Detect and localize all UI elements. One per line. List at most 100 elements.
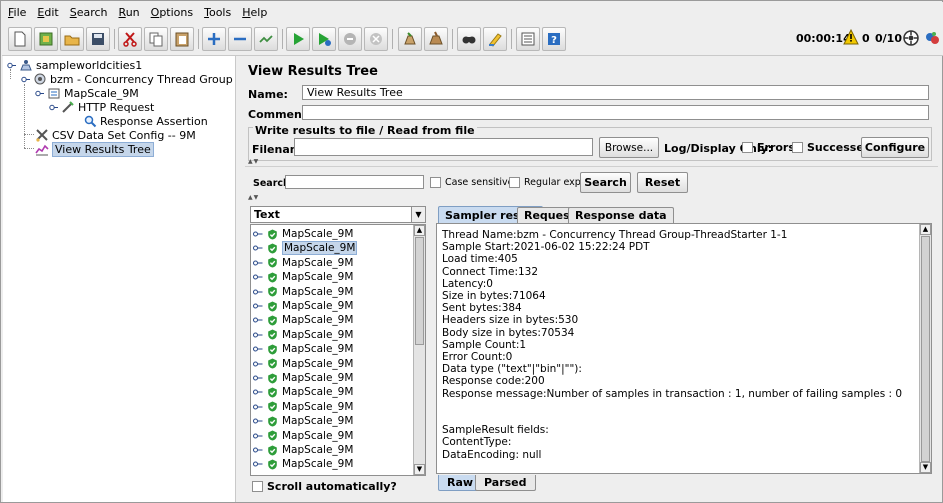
new-icon[interactable] <box>8 27 32 51</box>
results-list-scrollbar[interactable]: ▲ ▼ <box>413 225 425 475</box>
cut-icon[interactable] <box>118 27 142 51</box>
tree-node-response-assertion[interactable]: Response Assertion <box>83 114 208 128</box>
splitter-handle[interactable]: ▲▼ <box>248 158 259 165</box>
filename-field[interactable] <box>294 138 593 156</box>
scroll-down-arrow[interactable]: ▼ <box>414 464 425 475</box>
scroll-up-arrow[interactable]: ▲ <box>920 224 931 235</box>
save-icon[interactable] <box>86 27 110 51</box>
remote-status-icon[interactable] <box>902 29 920 47</box>
expand-icon[interactable] <box>202 27 226 51</box>
start-icon[interactable] <box>286 27 310 51</box>
regex-checkbox[interactable]: Regular exp. <box>509 177 584 188</box>
case-sensitive-checkbox[interactable]: Case sensitive <box>430 177 514 188</box>
success-check-icon <box>268 243 277 254</box>
scroll-thumb[interactable] <box>921 236 930 462</box>
reset-search-icon[interactable] <box>483 27 507 51</box>
menu-edit[interactable]: Edit <box>37 6 58 19</box>
search-button[interactable]: Search <box>580 172 631 193</box>
list-item[interactable]: MapScale_9M <box>253 299 353 313</box>
menu-search[interactable]: Search <box>70 6 108 19</box>
copy-icon[interactable] <box>144 27 168 51</box>
tree-expand-handle-icon[interactable] <box>49 103 58 112</box>
list-item[interactable]: MapScale_9M <box>253 328 353 342</box>
menu-file[interactable]: File <box>8 6 26 19</box>
tree-node-csv-config[interactable]: CSV Data Set Config -- 9M <box>35 128 196 142</box>
errors-checkbox[interactable]: Errors <box>742 141 795 154</box>
clear-all-icon[interactable] <box>424 27 448 51</box>
errors-checkbox-box[interactable] <box>742 142 753 153</box>
tree-node-test-plan[interactable]: sampleworldcities1 <box>7 58 142 72</box>
search-input[interactable] <box>285 175 424 189</box>
templates-icon[interactable] <box>34 27 58 51</box>
list-item[interactable]: MapScale_9M <box>253 414 353 428</box>
tree-node-label: sampleworldcities1 <box>36 58 143 72</box>
reset-button[interactable]: Reset <box>637 172 688 193</box>
list-item[interactable]: MapScale_9M <box>253 457 353 471</box>
tree-expand-handle-icon[interactable] <box>7 61 16 70</box>
chevron-down-icon[interactable]: ▼ <box>411 207 425 222</box>
scroll-up-arrow[interactable]: ▲ <box>414 225 425 236</box>
scroll-down-arrow[interactable]: ▼ <box>920 462 931 473</box>
tree-node-http-request[interactable]: HTTP Request <box>49 100 154 114</box>
list-item-label: MapScale_9M <box>282 228 354 240</box>
list-item[interactable]: MapScale_9M <box>253 256 353 270</box>
tree-expand-handle-icon[interactable] <box>35 89 44 98</box>
list-item[interactable]: MapScale_9M <box>253 270 353 284</box>
list-item[interactable]: MapScale_9M <box>253 285 353 299</box>
scroll-automatically-box[interactable] <box>252 481 263 492</box>
list-item[interactable]: MapScale_9M <box>253 241 358 256</box>
results-list[interactable]: MapScale_9M MapScale_9M MapScale_9M MapScal… <box>250 224 426 476</box>
warning-icon[interactable] <box>843 29 859 45</box>
open-icon[interactable] <box>60 27 84 51</box>
tree-node-transaction-controller[interactable]: MapScale_9M <box>35 86 139 100</box>
regex-box[interactable] <box>509 177 520 188</box>
list-item[interactable]: MapScale_9M <box>253 400 353 414</box>
tab-response-data[interactable]: Response data <box>568 207 674 223</box>
renderer-select-value: Text <box>254 208 280 221</box>
menu-run[interactable]: Run <box>119 6 140 19</box>
sampler-result-scrollbar[interactable]: ▲ ▼ <box>919 224 931 473</box>
search-icon[interactable] <box>457 27 481 51</box>
list-item[interactable]: MapScale_9M <box>253 227 353 241</box>
list-item[interactable]: MapScale_9M <box>253 385 353 399</box>
list-item[interactable]: MapScale_9M <box>253 443 353 457</box>
tree-connector <box>24 148 34 149</box>
splitter-handle[interactable]: ▲▼ <box>248 194 259 201</box>
list-item[interactable]: MapScale_9M <box>253 371 353 385</box>
list-item[interactable]: MapScale_9M <box>253 342 353 356</box>
list-item-label: MapScale_9M <box>282 328 354 341</box>
start-no-pause-icon[interactable] <box>312 27 336 51</box>
scroll-thumb[interactable] <box>415 237 424 345</box>
tab-parsed[interactable]: Parsed <box>475 475 536 491</box>
log-viewer-icon[interactable] <box>923 29 941 47</box>
stop-icon[interactable] <box>338 27 362 51</box>
renderer-select[interactable]: Text ▼ <box>250 206 426 223</box>
browse-button[interactable]: Browse... <box>599 137 659 158</box>
menu-options[interactable]: Options <box>151 6 193 19</box>
successes-checkbox[interactable]: Successes <box>792 141 870 154</box>
sampler-result-content[interactable]: Thread Name:bzm - Concurrency Thread Gro… <box>436 223 932 474</box>
toggle-icon[interactable] <box>254 27 278 51</box>
menu-help[interactable]: Help <box>242 6 267 19</box>
active-threads-count: 0/10 <box>875 32 902 45</box>
successes-checkbox-box[interactable] <box>792 142 803 153</box>
list-item[interactable]: MapScale_9M <box>253 357 353 371</box>
tree-node-view-results-tree[interactable]: View Results Tree <box>35 141 154 157</box>
clear-icon[interactable] <box>398 27 422 51</box>
function-helper-icon[interactable] <box>516 27 540 51</box>
tree-leaf-handle-icon <box>253 274 263 280</box>
help-icon[interactable]: ? <box>542 27 566 51</box>
collapse-icon[interactable] <box>228 27 252 51</box>
configure-button[interactable]: Configure <box>861 137 929 158</box>
shutdown-icon[interactable] <box>364 27 388 51</box>
case-sensitive-box[interactable] <box>430 177 441 188</box>
name-field[interactable]: View Results Tree <box>302 85 929 100</box>
menu-tools[interactable]: Tools <box>204 6 231 19</box>
tree-expand-handle-icon[interactable] <box>21 75 30 84</box>
comments-field[interactable] <box>302 105 929 120</box>
paste-icon[interactable] <box>170 27 194 51</box>
scroll-automatically-checkbox[interactable]: Scroll automatically? <box>252 480 397 493</box>
list-item[interactable]: MapScale_9M <box>253 313 353 327</box>
list-item[interactable]: MapScale_9M <box>253 429 353 443</box>
tree-node-thread-group[interactable]: bzm - Concurrency Thread Group <box>21 72 233 86</box>
